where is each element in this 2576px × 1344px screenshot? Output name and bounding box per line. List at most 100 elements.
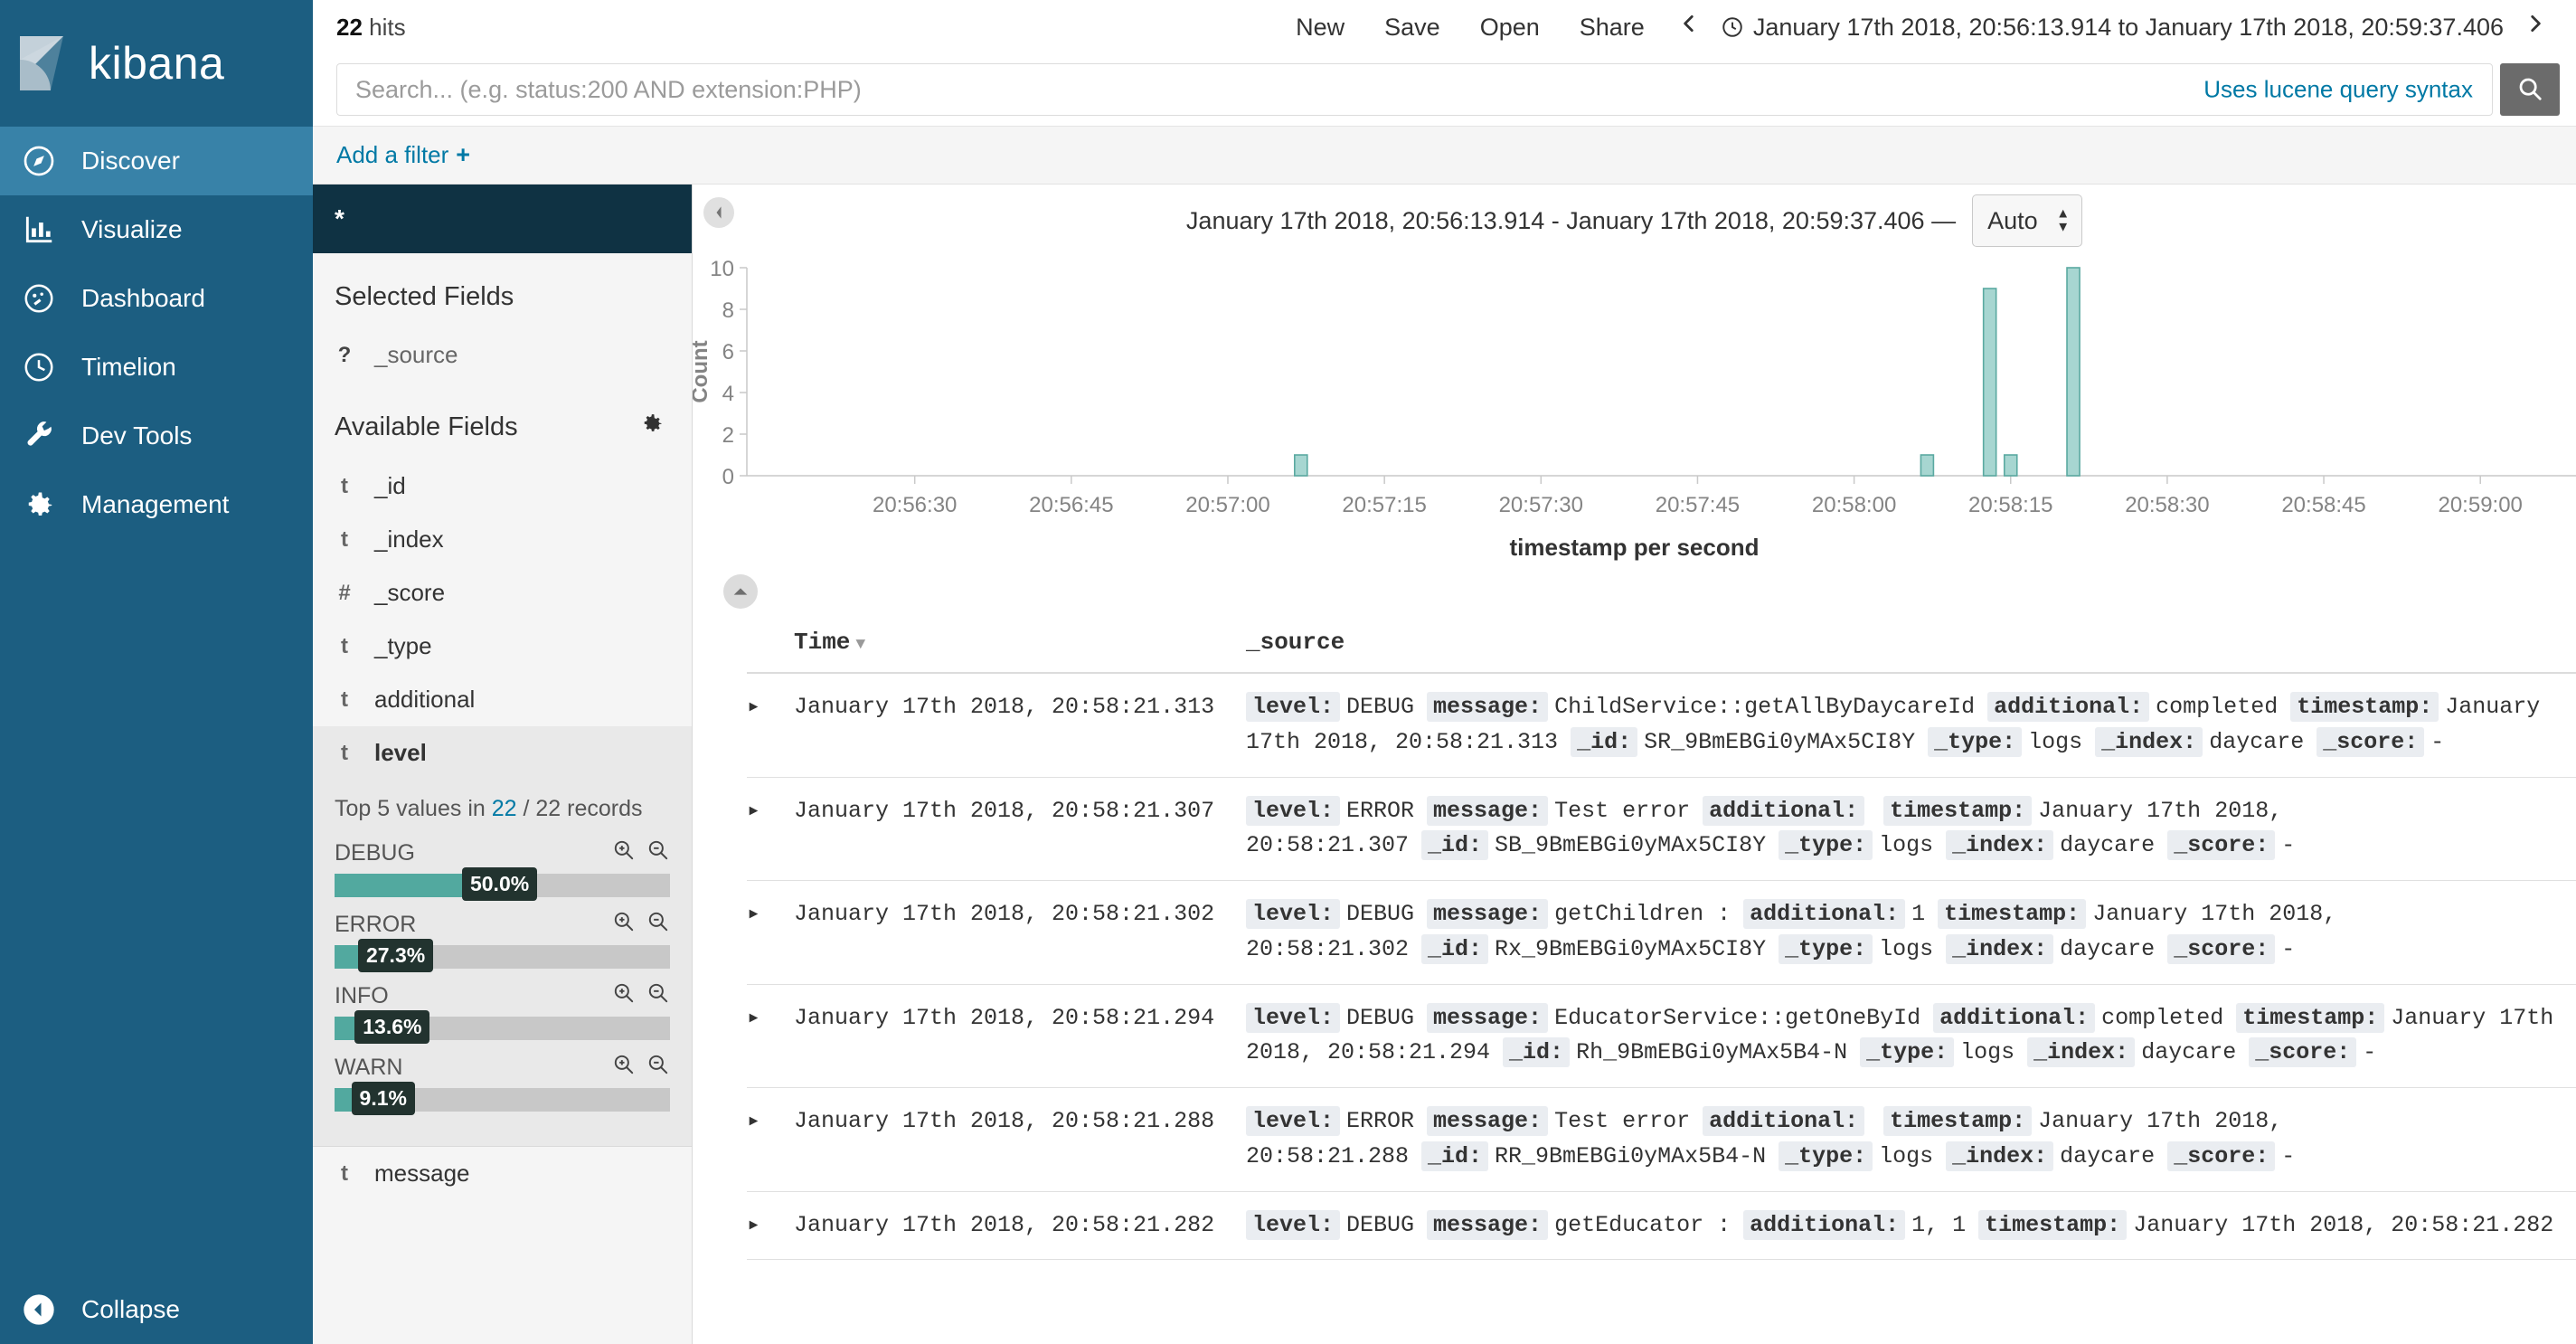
- magnifier-plus-icon[interactable]: [612, 838, 636, 868]
- table-row[interactable]: ▸ January 17th 2018, 20:58:21.313 level: DE…: [747, 673, 2576, 778]
- source-field-key: _score:: [2167, 933, 2276, 964]
- source-field-key: _id:: [1571, 726, 1638, 757]
- search-input[interactable]: [336, 63, 2493, 116]
- source-field-key: _id:: [1421, 933, 1489, 964]
- source-field-value: EducatorService::getOneById: [1554, 1004, 1921, 1031]
- share-button[interactable]: Share: [1560, 14, 1665, 42]
- expand-row-button[interactable]: ▸: [747, 1191, 794, 1261]
- sidebar-item-label: Dev Tools: [81, 421, 193, 450]
- table-row[interactable]: ▸ January 17th 2018, 20:58:21.294 level: DE…: [747, 984, 2576, 1088]
- magnifier-minus-icon[interactable]: [646, 910, 670, 940]
- table-row[interactable]: ▸ January 17th 2018, 20:58:21.288 level: ER…: [747, 1087, 2576, 1192]
- kibana-logo-icon: [14, 34, 72, 92]
- gear-icon[interactable]: [639, 411, 670, 443]
- lucene-syntax-link[interactable]: Uses lucene query syntax: [2194, 75, 2473, 104]
- time-range-picker[interactable]: January 17th 2018, 20:56:13.914 to Janua…: [1713, 14, 2511, 42]
- source-column-header[interactable]: _source: [1246, 618, 2576, 674]
- time-column-header[interactable]: Time ▼: [794, 618, 1246, 674]
- source-field-value: daycare: [2060, 832, 2156, 859]
- plus-icon: +: [456, 141, 471, 168]
- time-next-button[interactable]: [2511, 10, 2560, 44]
- field-bucket-debug: DEBUG 50.0%: [335, 838, 670, 901]
- svg-text:8: 8: [722, 298, 734, 323]
- sidebar-item-label: Dashboard: [81, 284, 205, 312]
- row-source: level: DEBUG message: EducatorService::getO…: [1246, 984, 2576, 1088]
- magnifier-plus-icon[interactable]: [612, 910, 636, 940]
- magnifier-minus-icon[interactable]: [646, 838, 670, 868]
- global-nav: kibana Discover Visualize Dashboard Time…: [0, 0, 313, 1344]
- sidebar-item-visualize[interactable]: Visualize: [0, 195, 313, 264]
- index-pattern-selector[interactable]: *: [313, 185, 692, 253]
- sidebar-item-management[interactable]: Management: [0, 470, 313, 539]
- time-prev-button[interactable]: [1665, 10, 1713, 44]
- source-field-value: ChildService::getAllByDaycareId: [1554, 694, 1976, 720]
- source-field-value: 1: [1911, 901, 1926, 927]
- available-fields-title: Available Fields: [335, 412, 518, 441]
- field-item-_type[interactable]: t _type: [313, 620, 692, 673]
- field-sidebar: * Selected Fields ? _source Available Fi…: [313, 185, 693, 1344]
- table-header-row: Time ▼ _source: [747, 618, 2576, 674]
- expand-row-button[interactable]: ▸: [747, 777, 794, 881]
- table-row[interactable]: ▸ January 17th 2018, 20:58:21.307 level: ER…: [747, 777, 2576, 881]
- row-time: January 17th 2018, 20:58:21.302: [794, 880, 1246, 985]
- bucket-actions: [612, 981, 670, 1011]
- field-item-additional[interactable]: t additional: [313, 673, 692, 726]
- expand-row-button[interactable]: ▸: [747, 673, 794, 778]
- source-field-value: RR_9BmEBGi0yMAx5B4-N: [1495, 1142, 1767, 1169]
- field-item-_score[interactable]: # _score: [313, 566, 692, 620]
- time-column-label: Time: [794, 629, 851, 656]
- top-values-suffix: / 22 records: [516, 796, 643, 821]
- sidebar-item-discover[interactable]: Discover: [0, 127, 313, 195]
- histogram-svg[interactable]: 0 2 4 6 8 10 20:56:30 20:56:45 20:57:00 20:57:15 2…: [693, 257, 2576, 528]
- svg-text:6: 6: [722, 340, 734, 364]
- add-filter-button[interactable]: Add a filter +: [336, 141, 470, 169]
- expand-row-button[interactable]: ▸: [747, 1087, 794, 1192]
- field-item-level[interactable]: t level: [313, 726, 692, 780]
- source-field-value: daycare: [2141, 1039, 2237, 1066]
- expand-row-button[interactable]: ▸: [747, 880, 794, 985]
- field-item-_source[interactable]: ? _source: [313, 328, 692, 382]
- source-field-value: completed: [2101, 1004, 2224, 1031]
- brand[interactable]: kibana: [0, 0, 313, 127]
- caret-down-icon[interactable]: ▼: [850, 636, 865, 654]
- kibana-app: kibana Discover Visualize Dashboard Time…: [0, 0, 2576, 1344]
- collapse-nav-button[interactable]: Collapse: [0, 1275, 313, 1344]
- bucket-label: INFO: [335, 983, 389, 1008]
- discover-main: January 17th 2018, 20:56:13.914 - Januar…: [693, 185, 2576, 1344]
- interval-select[interactable]: Auto: [1972, 194, 2083, 247]
- field-item-_index[interactable]: t _index: [313, 513, 692, 566]
- clock-icon: [1721, 15, 1744, 39]
- magnifier-plus-icon[interactable]: [612, 1053, 636, 1083]
- source-field-key: additional:: [1933, 1002, 2096, 1033]
- histogram-x-axis-label: timestamp per second: [1509, 534, 1760, 561]
- magnifier-minus-icon[interactable]: [646, 981, 670, 1011]
- expand-row-button[interactable]: ▸: [747, 984, 794, 1088]
- save-button[interactable]: Save: [1364, 14, 1460, 42]
- magnifier-minus-icon[interactable]: [646, 1053, 670, 1083]
- source-field-key: level:: [1246, 1209, 1341, 1240]
- table-row[interactable]: ▸ January 17th 2018, 20:58:21.282 level: DE…: [747, 1191, 2576, 1261]
- search-submit-button[interactable]: [2500, 63, 2560, 116]
- sidebar-item-dashboard[interactable]: Dashboard: [0, 264, 313, 333]
- source-field-value: DEBUG: [1346, 694, 1415, 720]
- collapse-sidebar-icon[interactable]: [703, 197, 734, 228]
- top-values-count[interactable]: 22: [492, 796, 517, 821]
- table-row[interactable]: ▸ January 17th 2018, 20:58:21.302 level: DE…: [747, 880, 2576, 985]
- collapse-chart-button[interactable]: [723, 574, 758, 609]
- bucket-percent: 13.6%: [354, 1010, 430, 1044]
- gear-icon: [20, 486, 58, 524]
- source-field-key: message:: [1427, 1209, 1549, 1240]
- sidebar-item-dev-tools[interactable]: Dev Tools: [0, 402, 313, 470]
- field-item-_id[interactable]: t _id: [313, 459, 692, 513]
- row-time: January 17th 2018, 20:58:21.313: [794, 673, 1246, 778]
- open-button[interactable]: Open: [1460, 14, 1560, 42]
- source-field-key: _type:: [1779, 933, 1873, 964]
- magnifier-plus-icon[interactable]: [612, 981, 636, 1011]
- row-time: January 17th 2018, 20:58:21.307: [794, 777, 1246, 881]
- field-item-message[interactable]: t message: [313, 1147, 692, 1200]
- source-field-value: getChildren :: [1554, 901, 1731, 927]
- source-field-key: _index:: [1946, 830, 2054, 861]
- source-field-key: additional:: [1743, 899, 1906, 929]
- sidebar-item-timelion[interactable]: Timelion: [0, 333, 313, 402]
- new-button[interactable]: New: [1276, 14, 1364, 42]
